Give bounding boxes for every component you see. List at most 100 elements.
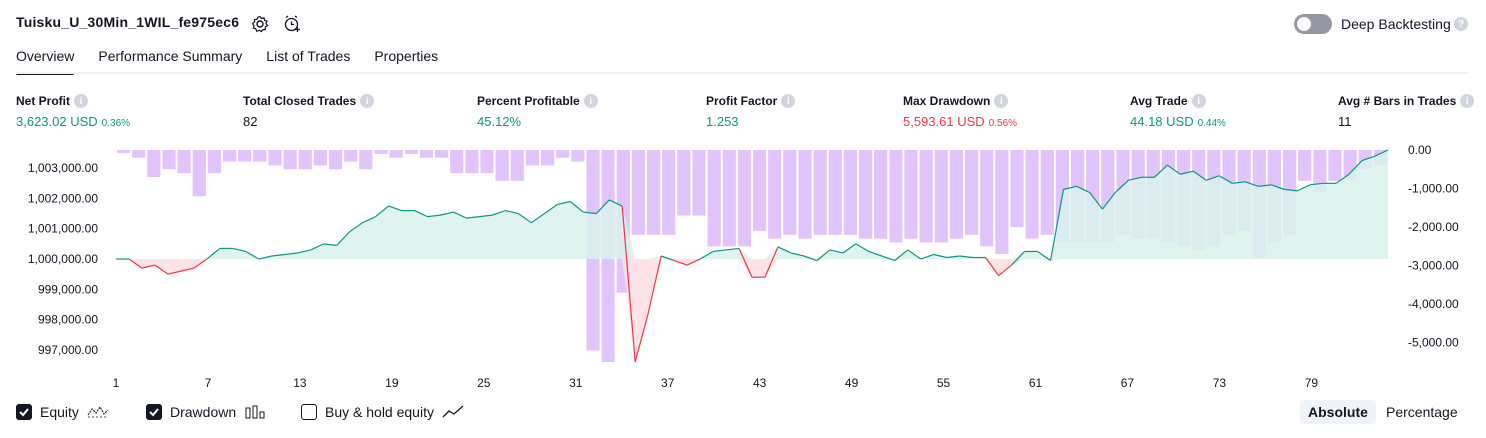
drawdown-bar [571,150,585,162]
metric-percent: 0.36% [101,118,131,129]
drawdown-bar [904,150,918,239]
tab-overview[interactable]: Overview [16,48,75,75]
drawdown-bar [631,150,645,235]
tab-list-of-trades[interactable]: List of Trades [266,48,350,72]
metric-value: 3,623.02 USD [16,114,98,129]
drawdown-bar [389,150,403,158]
drawdown-bar [1328,150,1342,181]
metric-label: Avg # Bars in Trades [1338,94,1457,108]
help-icon[interactable]: i [781,94,796,108]
equity-label: Equity [40,404,79,420]
legend-equity[interactable]: Equity [16,404,109,420]
metric-label: Net Profit [16,94,70,108]
drawdown-bar [1298,150,1312,181]
drawdown-bar [253,150,267,162]
drawdown-bar [798,150,812,239]
right-axis-tick: -4,000.00 [1408,297,1459,311]
metric-value: 82 [243,114,258,129]
drawdown-bars-icon [245,405,265,419]
drawdown-bar [949,150,963,239]
x-axis-tick: 25 [477,376,491,390]
drawdown-bar [147,150,161,177]
help-icon[interactable]: i [1460,94,1475,108]
metric-value: 1.253 [706,114,739,129]
metric-label: Total Closed Trades [243,94,357,108]
drawdown-bar [132,150,146,158]
equity-checkbox[interactable] [16,404,32,420]
help-icon[interactable]: i [74,94,88,108]
metric-percent-profitable: Percent Profitable i 45.12% [477,94,598,129]
drawdown-bar [556,150,570,158]
metric-value: 11 [1338,114,1352,129]
percentage-toggle[interactable]: Percentage [1378,400,1466,424]
drawdown-bar [1040,150,1054,235]
metric-avg-bars-in-trades: Avg # Bars in Trades i 11 [1338,94,1475,129]
x-axis-tick: 7 [205,376,212,390]
metric-label: Percent Profitable [477,94,580,108]
absolute-toggle[interactable]: Absolute [1300,400,1376,424]
left-axis-tick: 1,003,000.00 [28,161,98,175]
drawdown-bar [828,150,842,235]
help-icon[interactable]: ? [1454,17,1468,31]
help-icon[interactable]: i [360,94,375,108]
x-axis-tick: 67 [1121,376,1135,390]
drawdown-bar [329,150,343,170]
buy-hold-label: Buy & hold equity [325,404,434,420]
drawdown-checkbox[interactable] [146,404,162,420]
drawdown-bar [934,150,948,243]
drawdown-bar [722,150,736,247]
x-axis-tick: 79 [1305,376,1319,390]
right-axis-tick: -3,000.00 [1408,259,1459,273]
left-axis-tick: 1,002,000.00 [28,191,98,205]
metric-percent: 0.56% [988,118,1018,129]
metric-label: Avg Trade [1130,94,1188,108]
left-axis-tick: 1,000,000.00 [28,252,98,266]
add-alert-icon[interactable] [282,14,302,34]
tab-bar: Overview Performance Summary List of Tra… [16,48,462,75]
drawdown-bar [374,150,388,154]
drawdown-bar [753,150,767,231]
drawdown-bar [677,150,691,216]
metric-net-profit: Net Profit i 3,623.02 USD 0.36% [16,94,130,129]
x-axis-tick: 43 [753,376,767,390]
help-icon[interactable]: i [583,94,598,108]
equity-area-down [116,259,1388,362]
drawdown-bar [313,150,327,166]
metric-percent: 0.44% [1197,118,1226,129]
drawdown-bar [283,150,297,170]
metric-label: Max Drawdown [903,94,991,108]
deep-backtesting-toggle[interactable] [1294,14,1332,34]
drawdown-bar [707,150,721,247]
settings-icon[interactable] [250,14,270,34]
drawdown-bar [783,150,797,235]
drawdown-bar [768,150,782,239]
buy-hold-checkbox[interactable] [301,404,317,420]
drawdown-bar [238,150,252,162]
drawdown-bar [874,150,888,239]
drawdown-bar [737,150,751,247]
tab-performance-summary[interactable]: Performance Summary [98,48,242,72]
drawdown-bar [495,150,509,181]
drawdown-bar [919,150,933,243]
tab-properties[interactable]: Properties [374,48,438,72]
drawdown-bar [268,150,282,166]
left-axis-tick: 997,000.00 [38,343,98,357]
drawdown-bar [177,150,191,174]
left-axis-tick: 998,000.00 [38,313,98,327]
legend-drawdown[interactable]: Drawdown [146,404,266,420]
help-icon[interactable]: i [1191,94,1206,108]
metric-max-drawdown: Max Drawdown i 5,593.61 USD 0.56% [903,94,1017,129]
drawdown-bar [192,150,206,197]
drawdown-bar [344,150,358,162]
legend-buy-hold-equity[interactable]: Buy & hold equity [301,404,464,420]
drawdown-label: Drawdown [170,404,237,420]
drawdown-bar [692,150,706,216]
x-axis-tick: 73 [1213,376,1227,390]
metric-avg-trade: Avg Trade i 44.18 USD 0.44% [1130,94,1226,129]
metric-value: 44.18 USD [1130,114,1194,129]
metric-profit-factor: Profit Factor i 1.253 [706,94,796,129]
drawdown-bar [541,150,555,166]
help-icon[interactable]: i [994,94,1009,108]
equity-drawdown-chart[interactable]: 1,003,000.00 1,002,000.00 1,001,000.00 1,00… [0,140,1486,390]
drawdown-bar [813,150,827,235]
